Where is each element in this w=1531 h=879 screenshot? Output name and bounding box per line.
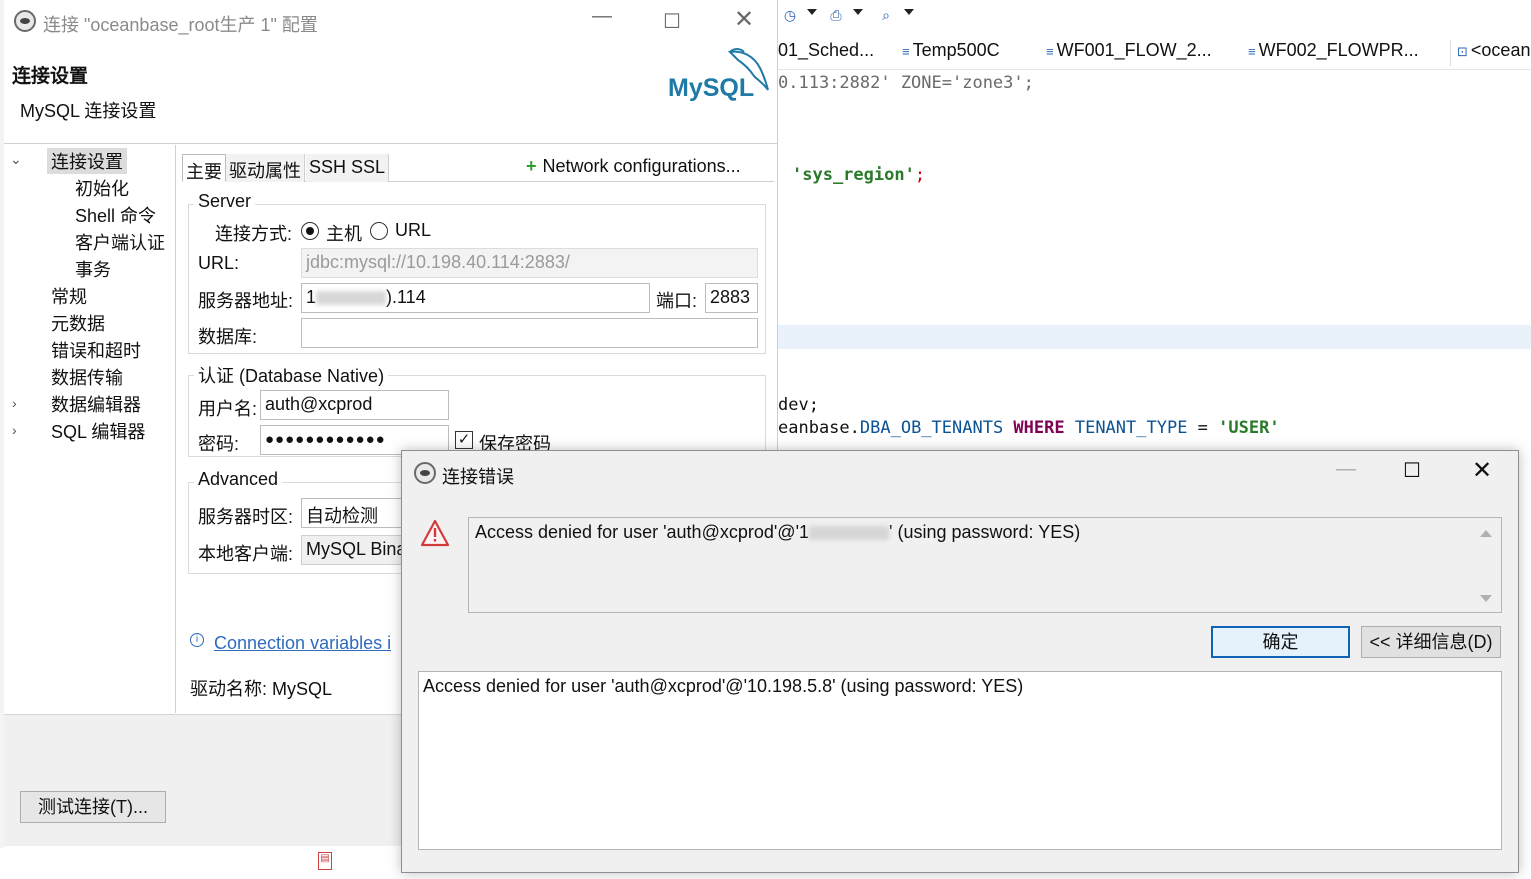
chevron-down-icon[interactable]: ⌄ <box>10 151 22 168</box>
editor-tab-wf001[interactable]: ≡ WF001_FLOW_2... <box>1046 40 1212 66</box>
close-icon[interactable]: ✕ <box>732 8 756 32</box>
save-password-checkbox[interactable]: ✓ <box>455 431 473 449</box>
connection-variables-link[interactable]: Connection variables i <box>214 633 391 654</box>
editor-toolbar: ◷ ⎙ ⌕ <box>778 0 1531 30</box>
nav-item-errors-timeouts[interactable]: 错误和超时 <box>51 337 141 363</box>
database-label: 数据库: <box>198 327 258 347</box>
nav-item-shell-commands[interactable]: Shell 命令 <box>75 202 156 228</box>
file-icon: ▤ <box>318 852 332 870</box>
current-line-highlight <box>778 325 1531 349</box>
chevron-down-icon[interactable] <box>807 9 817 15</box>
page-subtitle: MySQL 连接设置 <box>20 101 157 121</box>
radio-host[interactable] <box>301 222 319 240</box>
tab-driver-properties[interactable]: 驱动属性 <box>226 154 305 182</box>
background-strip: ▤ <box>0 848 401 879</box>
dbeaver-app-icon <box>414 462 436 484</box>
details-toggle-button[interactable]: << 详细信息(D) <box>1361 626 1501 658</box>
password-label: 密码: <box>198 434 240 454</box>
radio-url-label: URL <box>395 220 432 240</box>
divider <box>4 143 778 144</box>
svg-text:MySQL: MySQL <box>668 74 754 102</box>
editor-tab-wf002[interactable]: ≡ WF002_FLOWPR... <box>1248 40 1419 66</box>
connection-error-dialog: 连接错误 — ☐ ✕ Access denied for user 'auth@… <box>401 450 1519 873</box>
nav-item-data-transfer[interactable]: 数据传输 <box>51 364 123 390</box>
search-icon[interactable]: ⌕ <box>878 7 894 23</box>
username-label: 用户名: <box>198 399 258 419</box>
title-bar: 连接 "oceanbase_root生产 1" 配置 — ☐ ✕ <box>4 0 778 42</box>
timezone-label: 服务器时区: <box>198 507 294 527</box>
error-message: Access denied for user 'auth@xcprod'@'1 '… <box>475 522 1081 542</box>
host-field[interactable]: 1).114 <box>301 283 650 313</box>
port-field[interactable]: 2883 <box>705 283 758 313</box>
host-label: 服务器地址: <box>198 291 294 311</box>
minimize-icon[interactable]: — <box>592 6 612 26</box>
nav-item-init[interactable]: 初始化 <box>75 175 129 201</box>
dashboard-icon[interactable]: ◷ <box>782 7 798 23</box>
network-configurations-button[interactable]: + Network configurations... <box>526 156 741 177</box>
print-icon[interactable]: ⎙ <box>828 7 844 23</box>
settings-nav-tree: ⌄ 连接设置 初始化 Shell 命令 客户端认证 事务 常规 元数据 错误和超… <box>4 145 176 713</box>
code-line[interactable]: eanbase.DBA_OB_TENANTS WHERE TENANT_TYPE… <box>778 418 1280 438</box>
tab-ssl[interactable]: SSL <box>348 154 390 182</box>
username-field[interactable]: auth@xcprod <box>260 390 449 420</box>
nav-item-general[interactable]: 常规 <box>51 283 87 309</box>
info-icon: i <box>190 633 204 647</box>
editor-tab-bar: 01_Sched... ≡ Temp500C ≡ WF001_FLOW_2... ≡… <box>778 34 1531 70</box>
close-icon[interactable]: ✕ <box>1470 459 1494 483</box>
nav-item-metadata[interactable]: 元数据 <box>51 310 105 336</box>
chevron-right-icon[interactable]: › <box>12 395 17 411</box>
error-message-box[interactable]: Access denied for user 'auth@xcprod'@'1 '… <box>468 517 1502 613</box>
redacted-blur <box>809 526 890 541</box>
nav-item-data-editor[interactable]: 数据编辑器 <box>51 391 141 417</box>
error-details-text: Access denied for user 'auth@xcprod'@'10… <box>423 676 1024 696</box>
advanced-group-title: Advanced <box>194 469 283 490</box>
scroll-down-icon[interactable] <box>1480 595 1492 602</box>
window-title: 连接 "oceanbase_root生产 1" 配置 <box>43 15 318 35</box>
driver-name: 驱动名称: MySQL <box>190 679 333 699</box>
sql-script-icon: ≡ <box>902 44 910 59</box>
connect-mode-label: 连接方式: <box>215 224 293 244</box>
tab-main[interactable]: 主要 <box>182 154 226 182</box>
error-details-box[interactable]: Access denied for user 'auth@xcprod'@'10… <box>418 671 1502 850</box>
redacted-blur <box>316 291 387 306</box>
editor-tab-temp500c[interactable]: ≡ Temp500C <box>902 40 1000 66</box>
auth-group-title: 认证 (Database Native) <box>194 362 389 388</box>
nav-item-client-auth[interactable]: 客户端认证 <box>75 229 165 255</box>
code-line[interactable]: 0.113:2882' ZONE='zone3'; <box>778 73 1034 93</box>
database-field[interactable] <box>301 318 758 348</box>
maximize-icon[interactable]: ☐ <box>1400 461 1424 481</box>
sql-script-icon: ≡ <box>1248 44 1256 59</box>
test-connection-button[interactable]: 测试连接(T)... <box>20 791 166 823</box>
sql-console-icon: ⊡ <box>1457 44 1468 59</box>
nav-item-transactions[interactable]: 事务 <box>75 256 111 282</box>
url-field[interactable]: jdbc:mysql://10.198.40.114:2883/ <box>301 248 758 278</box>
dbeaver-app-icon <box>14 10 36 32</box>
port-label: 端口: <box>656 291 698 311</box>
editor-tab-oceanbase[interactable]: ⊡ <ocean <box>1450 40 1530 66</box>
scroll-up-icon[interactable] <box>1480 530 1492 537</box>
ok-button[interactable]: 确定 <box>1211 626 1350 658</box>
code-line[interactable]: dev; <box>778 395 819 415</box>
page-title: 连接设置 <box>12 66 89 87</box>
tab-ssh[interactable]: SSH <box>306 154 351 182</box>
warning-icon <box>420 519 450 547</box>
mysql-logo: MySQL <box>668 46 772 102</box>
dialog-title: 连接错误 <box>442 467 514 487</box>
code-line[interactable]: 'sys_region'; <box>792 165 925 185</box>
plus-icon: + <box>526 156 537 176</box>
chevron-down-icon[interactable] <box>853 9 863 15</box>
radio-host-label: 主机 <box>326 224 362 244</box>
minimize-icon[interactable]: — <box>1334 459 1358 479</box>
local-client-label: 本地客户端: <box>198 544 294 564</box>
chevron-down-icon[interactable] <box>904 9 914 15</box>
server-group-title: Server <box>194 191 256 212</box>
url-label: URL: <box>198 253 240 273</box>
radio-url[interactable] <box>370 222 388 240</box>
chevron-right-icon[interactable]: › <box>12 422 17 438</box>
nav-item-connection-settings[interactable]: 连接设置 <box>47 148 127 174</box>
editor-tab-schedule[interactable]: 01_Sched... <box>778 40 874 66</box>
sql-script-icon: ≡ <box>1046 44 1054 59</box>
maximize-icon[interactable]: ☐ <box>662 12 682 32</box>
nav-item-sql-editor[interactable]: SQL 编辑器 <box>51 418 145 444</box>
